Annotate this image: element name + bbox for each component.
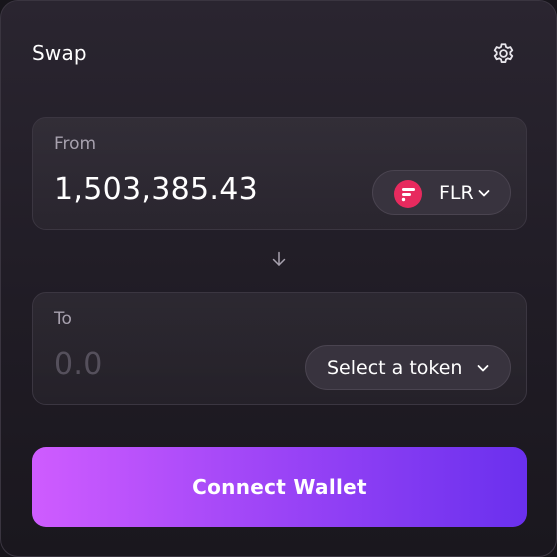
to-label: To bbox=[54, 309, 72, 329]
from-token-selector[interactable]: FLR bbox=[372, 170, 511, 215]
swap-title: Swap bbox=[32, 41, 87, 65]
from-token-symbol: FLR bbox=[439, 182, 474, 204]
flare-logo-icon bbox=[394, 180, 422, 208]
from-label: From bbox=[54, 134, 97, 154]
select-token-label: Select a token bbox=[327, 357, 463, 379]
to-panel: To 0.0 Select a token bbox=[32, 292, 527, 405]
select-token-button[interactable]: Select a token bbox=[305, 345, 511, 390]
arrow-down-icon[interactable] bbox=[270, 250, 288, 268]
swap-card: Swap From 1,503,385.43 FLR To 0.0 Select… bbox=[0, 0, 557, 557]
chevron-down-icon bbox=[476, 361, 490, 375]
chevron-down-icon bbox=[477, 186, 491, 200]
connect-wallet-button[interactable]: Connect Wallet bbox=[32, 447, 527, 527]
connect-wallet-label: Connect Wallet bbox=[192, 475, 367, 499]
from-amount-input[interactable]: 1,503,385.43 bbox=[54, 172, 258, 207]
to-amount-input[interactable]: 0.0 bbox=[54, 347, 103, 382]
from-panel: From 1,503,385.43 FLR bbox=[32, 117, 527, 230]
gear-icon[interactable] bbox=[490, 40, 517, 67]
